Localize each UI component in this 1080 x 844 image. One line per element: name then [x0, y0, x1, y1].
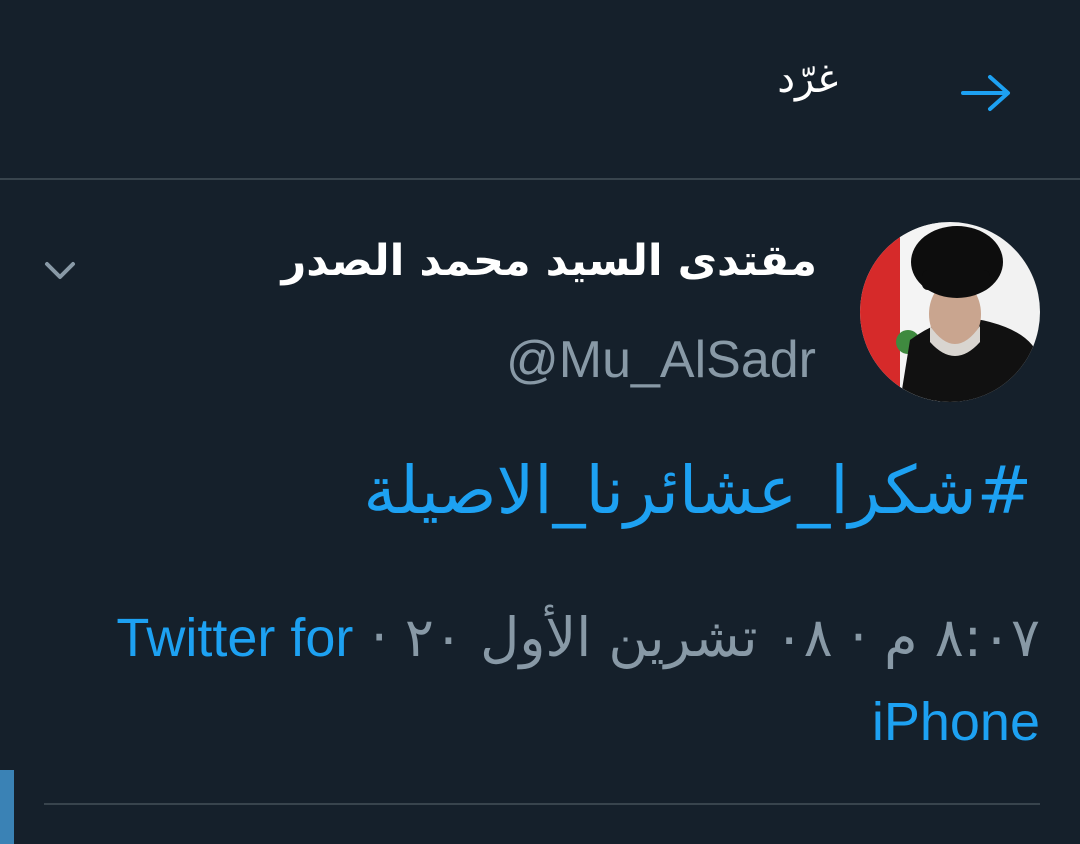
source-link[interactable]: Twitter for — [116, 608, 353, 668]
divider — [44, 803, 1040, 805]
timestamp: ٨:٠٧ م · ٠٨ تشرين الأول ٢٠ · — [370, 606, 1040, 669]
tweet-metadata: Twitter for ٨:٠٧ م · ٠٨ تشرين الأول ٢٠ ·… — [80, 596, 1040, 764]
tweet-menu-button[interactable] — [36, 248, 84, 292]
top-bar: غرّد — [0, 0, 1080, 180]
source-link-continued[interactable]: iPhone — [80, 680, 1040, 764]
profile-photo — [860, 222, 1040, 402]
back-button[interactable] — [952, 62, 1020, 124]
display-name[interactable]: مقتدى السيد محمد الصدر — [282, 236, 817, 286]
page-title: غرّد — [777, 56, 838, 102]
hashtag-link[interactable]: #شكرا_عشائرنا_الاصيلة — [363, 452, 1032, 529]
chevron-down-icon — [45, 262, 75, 279]
arrow-right-icon — [961, 75, 1010, 111]
user-handle[interactable]: @Mu_AlSadr — [506, 330, 816, 390]
avatar[interactable] — [860, 222, 1040, 402]
thread-indicator — [0, 770, 14, 844]
